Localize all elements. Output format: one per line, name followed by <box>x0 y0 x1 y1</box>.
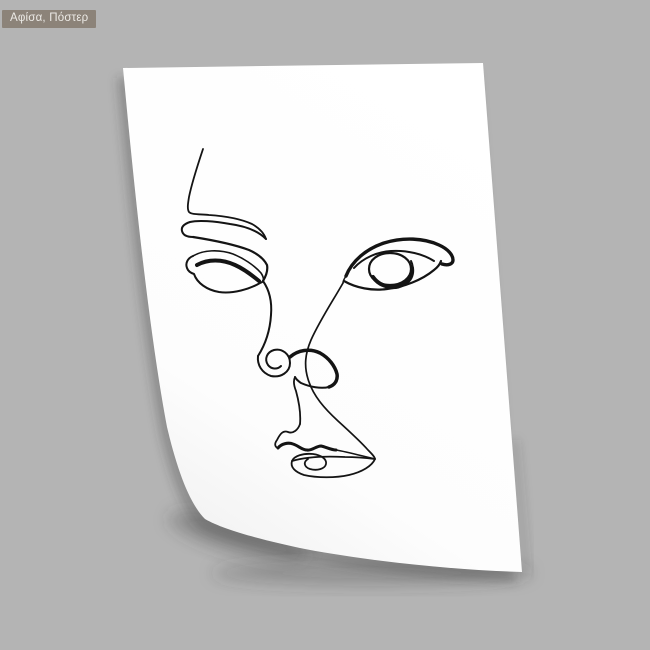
poster-mockup <box>0 0 650 650</box>
mockup-scene: Αφίσα, Πόστερ <box>0 0 650 650</box>
category-badge: Αφίσα, Πόστερ <box>2 10 96 28</box>
